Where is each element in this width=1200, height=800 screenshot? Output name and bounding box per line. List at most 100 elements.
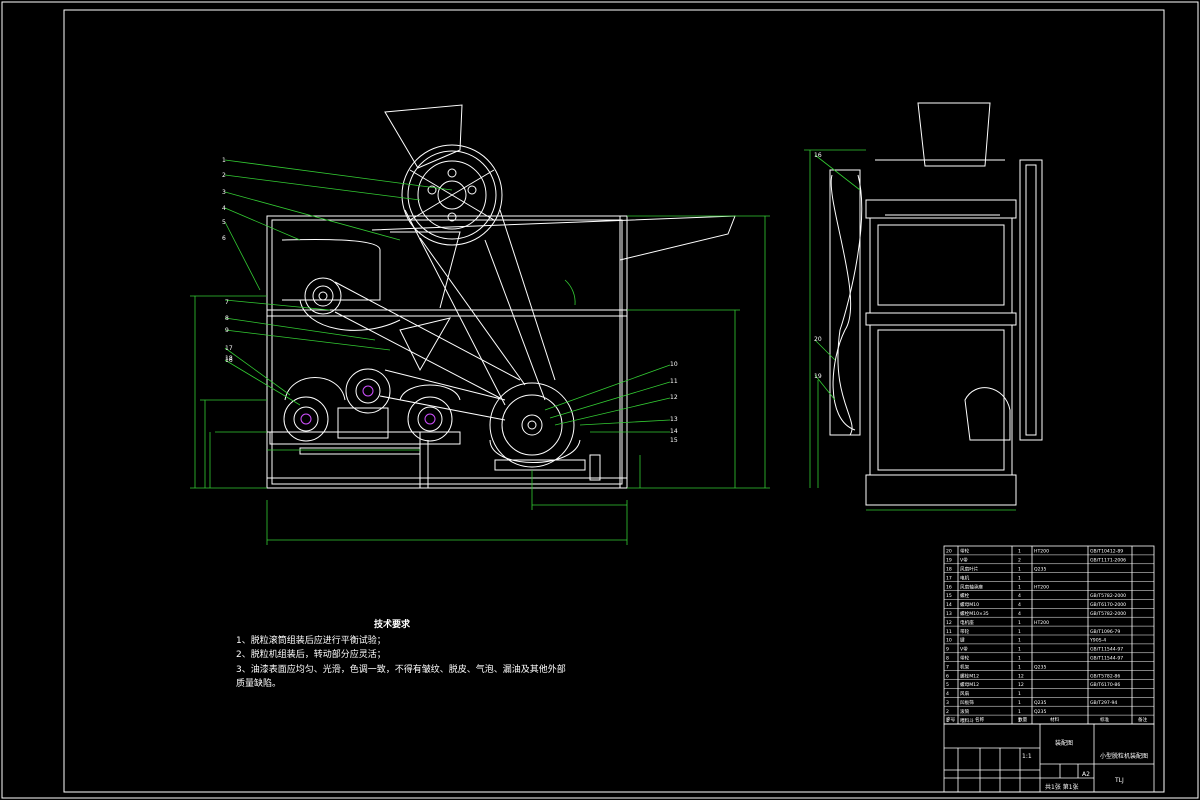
bom-cell-name: 螺母M12 [960,681,979,688]
bom-cell-qty: 12 [1018,682,1024,688]
bom-cell-qty: 4 [1018,611,1021,617]
part-label: 1 [222,157,226,164]
bom-cell-name: 电机座 [960,619,974,626]
bom-cell-no: 8 [946,656,949,662]
drawing-code: TLJ [1114,777,1124,784]
bom-cell-no: 13 [946,611,952,617]
bom-cell-std: GB/T11544-97 [1090,656,1123,662]
part-label: 19 [814,373,822,380]
bom-cell-no: 15 [946,593,952,599]
part-labels: 1 2 3 4 5 6 7 8 9 10 11 12 13 14 15 16 1… [222,152,822,444]
bom-header-cell: 材料 [1050,716,1060,723]
part-label: 9 [225,327,229,334]
bom-cell-std: GB/T5782-2000 [1090,593,1126,599]
bom-cell-qty: 1 [1018,647,1021,653]
sheet-size: A2 [1082,771,1090,778]
bom-cell-no: 10 [946,638,952,644]
bom-cell-qty: 1 [1018,575,1021,581]
bom-cell-name: 凹板筛 [960,699,974,706]
bom-cell-name: 风扇 [960,690,970,697]
bom-cell-qty: 12 [1018,673,1024,679]
bom-cell-no: 19 [946,558,952,564]
bom-cell-std: GB/T6170-86 [1090,682,1120,688]
bom-cell-name: 键 [960,637,965,644]
bom-cell-qty: 1 [1018,549,1021,555]
part-label: 6 [222,235,226,242]
part-label: 8 [225,315,229,322]
bom-cell-name: 电机 [960,574,970,581]
part-label: 7 [225,299,229,306]
part-label: 14 [670,428,678,435]
bom-cell-qty: 1 [1018,700,1021,706]
bom-cell-name: 带轮 [960,628,970,635]
bom-cell-no: 20 [946,549,952,555]
bom-cell-no: 18 [946,567,952,573]
sheet-count: 共1张 第1张 [1045,783,1079,791]
bom-cell-mat: Q235 [1034,567,1046,573]
bom-header-cell: 标准 [1100,716,1110,723]
side-view [829,102,1043,506]
bom-cell-no: 9 [946,647,949,653]
tech-req-item: 3、油漆表面应均匀、光滑，色调一致，不得有皱纹、脱皮、气泡、漏油及其他外部 [236,664,566,675]
bom-cell-no: 11 [946,629,952,635]
part-label: 11 [670,378,678,385]
bom-cell-qty: 1 [1018,567,1021,573]
bom-cell-qty: 1 [1018,664,1021,670]
bom-cell-no: 5 [946,682,949,688]
tech-req-item: 质量缺陷。 [236,679,282,689]
part-label: 17 [225,345,233,352]
bom-cell-name: V带 [960,647,968,653]
bom-cell-mat: Q235 [1034,709,1046,715]
bom-cell-qty: 1 [1018,709,1021,715]
scale-value: 1:1 [1022,753,1032,760]
bom-cell-mat: Q235 [1034,700,1046,706]
front-view [266,104,736,489]
bom-cell-name: 机架 [960,663,970,670]
bom-cell-no: 7 [946,664,949,670]
bom-cell-qty: 4 [1018,602,1021,608]
bom-cell-mat: Q235 [1034,664,1046,670]
tech-req-item: 1、脱粒滚筒组装后应进行平衡试验； [236,635,386,646]
bom-cell-name: 螺栓M10×35 [960,610,989,617]
title-block-text: 装配图 小型脱粒机装配图 TLJ 1:1 A2 共1张 第1张 [1022,739,1148,791]
bom-cell-qty: 4 [1018,593,1021,599]
bom-cell-qty: 1 [1018,691,1021,697]
bom-cell-name: 螺母M10 [960,601,979,608]
part-label: 15 [670,437,678,444]
part-label: 13 [670,416,678,423]
part-label: 2 [222,172,226,179]
part-label: 10 [670,361,678,368]
bom-cell-no: 16 [946,584,952,590]
bom-header-cell: 名称 [975,716,985,723]
bom-cell-std: GB/T10412-89 [1090,549,1123,555]
bom-cell-std: GB/T297-94 [1090,700,1117,706]
bom-cell-no: 12 [946,620,952,626]
bom-cell-std: GB/T1096-79 [1090,629,1120,635]
bom-cell-name: 螺栓M12 [960,672,979,679]
drawing-title: 装配图 [1055,739,1073,747]
bom-cell-name: 带轮 [960,548,970,555]
bom-cell-name: 喂料斗 [960,717,974,724]
bom-rows: 20 带轮 1 HT200 GB/T10412-8919 V带 2 GB/T1171-2006… [944,548,1154,725]
bom-cell-qty: 1 [1018,629,1021,635]
bom-cell-mat: HT200 [1034,620,1049,626]
part-label: 20 [814,336,822,343]
bom-cell-name: 带轮 [960,655,970,662]
bom-cell-no: 6 [946,673,949,679]
bom-cell-name: 风扇轴承座 [960,583,983,590]
bom-cell-std: GB/T1171-2006 [1090,558,1126,564]
bom-cell-std: GB/T5782-2000 [1090,611,1126,617]
part-label: 3 [222,189,226,196]
bom-cell-no: 2 [946,709,949,715]
bom-cell-name: 螺栓 [960,592,970,599]
bom-cell-no: 17 [946,575,952,581]
part-label: 16 [814,152,822,159]
part-label: 5 [222,219,226,226]
bom-cell-name: V带 [960,558,968,564]
bom-cell-mat: HT200 [1034,549,1049,555]
bom-cell-name: 滚筒 [960,708,970,715]
part-label: 4 [222,205,226,212]
bom-cell-no: 14 [946,602,952,608]
bom-cell-std: GB/T6170-2000 [1090,602,1126,608]
bom-cell-qty: 1 [1018,638,1021,644]
